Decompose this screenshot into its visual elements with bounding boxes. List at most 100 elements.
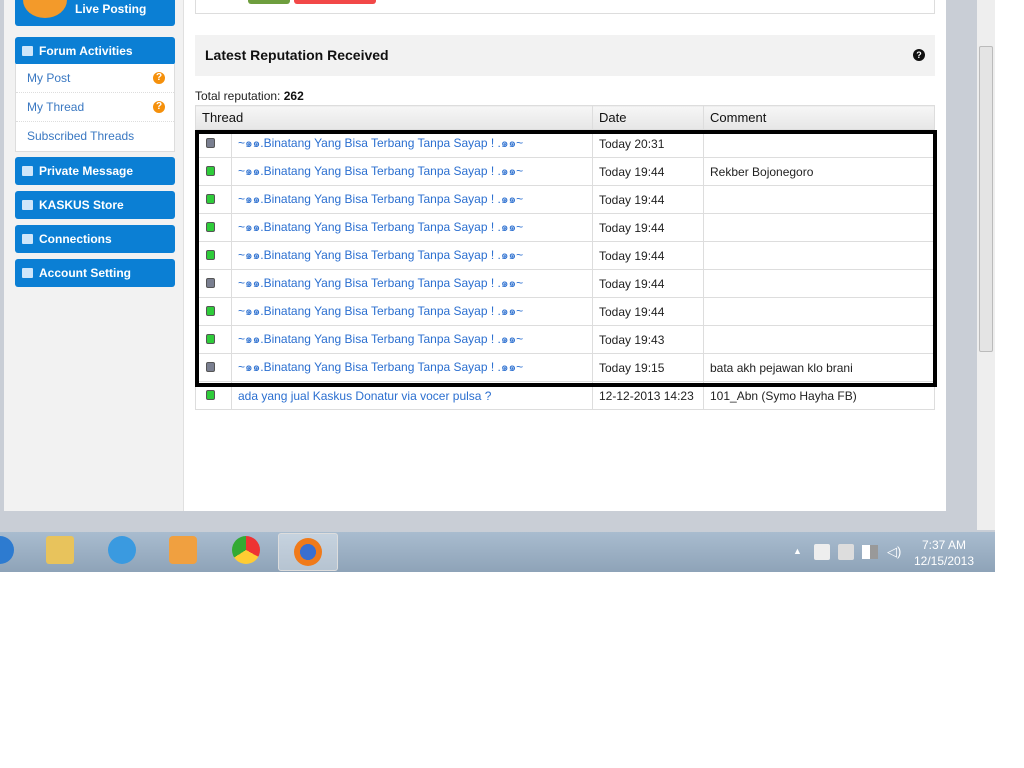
thread-cell: ~๑๑.Binatang Yang Bisa Terbang Tanpa Say… bbox=[231, 353, 593, 382]
table-row: ~๑๑.Binatang Yang Bisa Terbang Tanpa Say… bbox=[195, 297, 935, 326]
power-icon[interactable] bbox=[838, 544, 854, 560]
connections-label: Connections bbox=[39, 232, 112, 246]
private-message-button[interactable]: Private Message bbox=[15, 157, 175, 185]
start-button[interactable] bbox=[0, 536, 14, 564]
forum-activities-header[interactable]: Forum Activities bbox=[15, 37, 175, 65]
table-row: ~๑๑.Binatang Yang Bisa Terbang Tanpa Say… bbox=[195, 129, 935, 158]
status-icon bbox=[206, 165, 215, 176]
status-icon bbox=[206, 249, 215, 260]
date-cell: 12-12-2013 14:23 bbox=[592, 381, 704, 410]
status-cell bbox=[195, 381, 232, 410]
media-player-icon[interactable] bbox=[169, 536, 197, 564]
explorer-icon[interactable] bbox=[46, 536, 74, 564]
total-value: 262 bbox=[283, 89, 304, 103]
cart-icon bbox=[22, 200, 33, 210]
section-header: Latest Reputation Received? bbox=[195, 35, 935, 76]
date-cell: Today 19:15 bbox=[592, 353, 704, 382]
comment-cell bbox=[703, 241, 935, 270]
thread-cell: ~๑๑.Binatang Yang Bisa Terbang Tanpa Say… bbox=[231, 325, 593, 354]
date-cell: Today 19:44 bbox=[592, 269, 704, 298]
clock-date: 12/15/2013 bbox=[913, 554, 975, 568]
status-cell bbox=[195, 353, 232, 382]
date-cell: Today 19:44 bbox=[592, 213, 704, 242]
kaskus-store-button[interactable]: KASKUS Store bbox=[15, 191, 175, 219]
thread-cell: ~๑๑.Binatang Yang Bisa Terbang Tanpa Say… bbox=[231, 129, 593, 158]
show-hidden-icons[interactable]: ▲ bbox=[793, 546, 802, 556]
status-cell bbox=[195, 213, 232, 242]
connections-button[interactable]: Connections bbox=[15, 225, 175, 253]
status-cell bbox=[195, 157, 232, 186]
taskbar-firefox[interactable] bbox=[278, 533, 338, 571]
thread-link[interactable]: ~๑๑.Binatang Yang Bisa Terbang Tanpa Say… bbox=[238, 136, 523, 150]
status-cell bbox=[195, 297, 232, 326]
thread-link[interactable]: ~๑๑.Binatang Yang Bisa Terbang Tanpa Say… bbox=[238, 332, 523, 346]
volume-icon[interactable]: ◁) bbox=[887, 544, 901, 560]
section-title: Latest Reputation Received bbox=[205, 47, 389, 63]
green-button[interactable] bbox=[248, 0, 290, 4]
thread-link[interactable]: ~๑๑.Binatang Yang Bisa Terbang Tanpa Say… bbox=[238, 304, 523, 318]
table-row: ~๑๑.Binatang Yang Bisa Terbang Tanpa Say… bbox=[195, 185, 935, 214]
my-thread-label: My Thread bbox=[27, 100, 85, 114]
envelope-icon bbox=[22, 166, 33, 176]
date-cell: Today 19:44 bbox=[592, 241, 704, 270]
action-center-icon[interactable] bbox=[814, 544, 830, 560]
comment-cell bbox=[703, 213, 935, 242]
comment-cell bbox=[703, 269, 935, 298]
private-message-label: Private Message bbox=[39, 164, 134, 178]
sidebar: Live Posting Forum Activities My Post? M… bbox=[4, 0, 184, 511]
status-cell bbox=[195, 269, 232, 298]
thread-cell: ~๑๑.Binatang Yang Bisa Terbang Tanpa Say… bbox=[231, 185, 593, 214]
date-cell: Today 19:44 bbox=[592, 157, 704, 186]
wrench-icon bbox=[22, 268, 33, 278]
thread-link[interactable]: ada yang jual Kaskus Donatur via vocer p… bbox=[238, 389, 491, 403]
network-signal-icon[interactable] bbox=[862, 545, 878, 559]
total-label: Total reputation: bbox=[195, 89, 281, 103]
clock[interactable]: 7:37 AM 12/15/2013 bbox=[912, 537, 976, 569]
thread-cell: ~๑๑.Binatang Yang Bisa Terbang Tanpa Say… bbox=[231, 157, 593, 186]
thread-link[interactable]: ~๑๑.Binatang Yang Bisa Terbang Tanpa Say… bbox=[238, 248, 523, 262]
thread-link[interactable]: ~๑๑.Binatang Yang Bisa Terbang Tanpa Say… bbox=[238, 220, 523, 234]
help-icon[interactable]: ? bbox=[153, 72, 165, 84]
account-setting-label: Account Setting bbox=[39, 266, 131, 280]
help-icon[interactable]: ? bbox=[153, 101, 165, 113]
firefox-icon bbox=[294, 538, 322, 566]
comment-cell: bata akh pejawan klo brani bbox=[703, 353, 935, 382]
status-icon bbox=[206, 305, 215, 316]
thread-link[interactable]: ~๑๑.Binatang Yang Bisa Terbang Tanpa Say… bbox=[238, 192, 523, 206]
sidebar-item-subscribed-threads[interactable]: Subscribed Threads bbox=[16, 122, 174, 151]
internet-explorer-icon[interactable] bbox=[108, 536, 136, 564]
status-icon bbox=[206, 333, 215, 344]
comment-cell: 101_Abn (Symo Hayha FB) bbox=[703, 381, 935, 410]
thread-cell: ~๑๑.Binatang Yang Bisa Terbang Tanpa Say… bbox=[231, 269, 593, 298]
table-row: ~๑๑.Binatang Yang Bisa Terbang Tanpa Say… bbox=[195, 269, 935, 298]
kaskus-store-label: KASKUS Store bbox=[39, 198, 124, 212]
reputation-table: Thread Date Comment ~๑๑.Binatang Yang Bi… bbox=[195, 105, 935, 410]
people-icon bbox=[22, 234, 33, 244]
thread-link[interactable]: ~๑๑.Binatang Yang Bisa Terbang Tanpa Say… bbox=[238, 276, 523, 290]
status-cell bbox=[195, 325, 232, 354]
thread-link[interactable]: ~๑๑.Binatang Yang Bisa Terbang Tanpa Say… bbox=[238, 360, 523, 374]
chrome-icon[interactable] bbox=[232, 536, 260, 564]
status-icon bbox=[206, 137, 215, 148]
table-row: ~๑๑.Binatang Yang Bisa Terbang Tanpa Say… bbox=[195, 241, 935, 270]
sidebar-item-my-post[interactable]: My Post? bbox=[16, 64, 174, 93]
vertical-scrollbar[interactable] bbox=[977, 0, 995, 530]
total-reputation: Total reputation: 262 bbox=[195, 89, 304, 103]
sidebar-item-my-thread[interactable]: My Thread? bbox=[16, 93, 174, 122]
date-cell: Today 19:44 bbox=[592, 185, 704, 214]
scrollbar-thumb[interactable] bbox=[979, 46, 993, 352]
live-posting-label: Live Posting bbox=[75, 2, 147, 16]
date-cell: Today 19:43 bbox=[592, 325, 704, 354]
comment-cell bbox=[703, 185, 935, 214]
thread-link[interactable]: ~๑๑.Binatang Yang Bisa Terbang Tanpa Say… bbox=[238, 164, 523, 178]
status-cell bbox=[195, 185, 232, 214]
forum-activities-label: Forum Activities bbox=[39, 44, 133, 58]
table-row: ~๑๑.Binatang Yang Bisa Terbang Tanpa Say… bbox=[195, 353, 935, 382]
date-cell: Today 20:31 bbox=[592, 129, 704, 158]
live-posting-button[interactable]: Live Posting bbox=[15, 0, 175, 26]
account-setting-button[interactable]: Account Setting bbox=[15, 259, 175, 287]
status-icon bbox=[206, 389, 215, 400]
red-button[interactable] bbox=[294, 0, 376, 4]
help-icon[interactable]: ? bbox=[913, 49, 925, 61]
my-post-label: My Post bbox=[27, 71, 71, 85]
